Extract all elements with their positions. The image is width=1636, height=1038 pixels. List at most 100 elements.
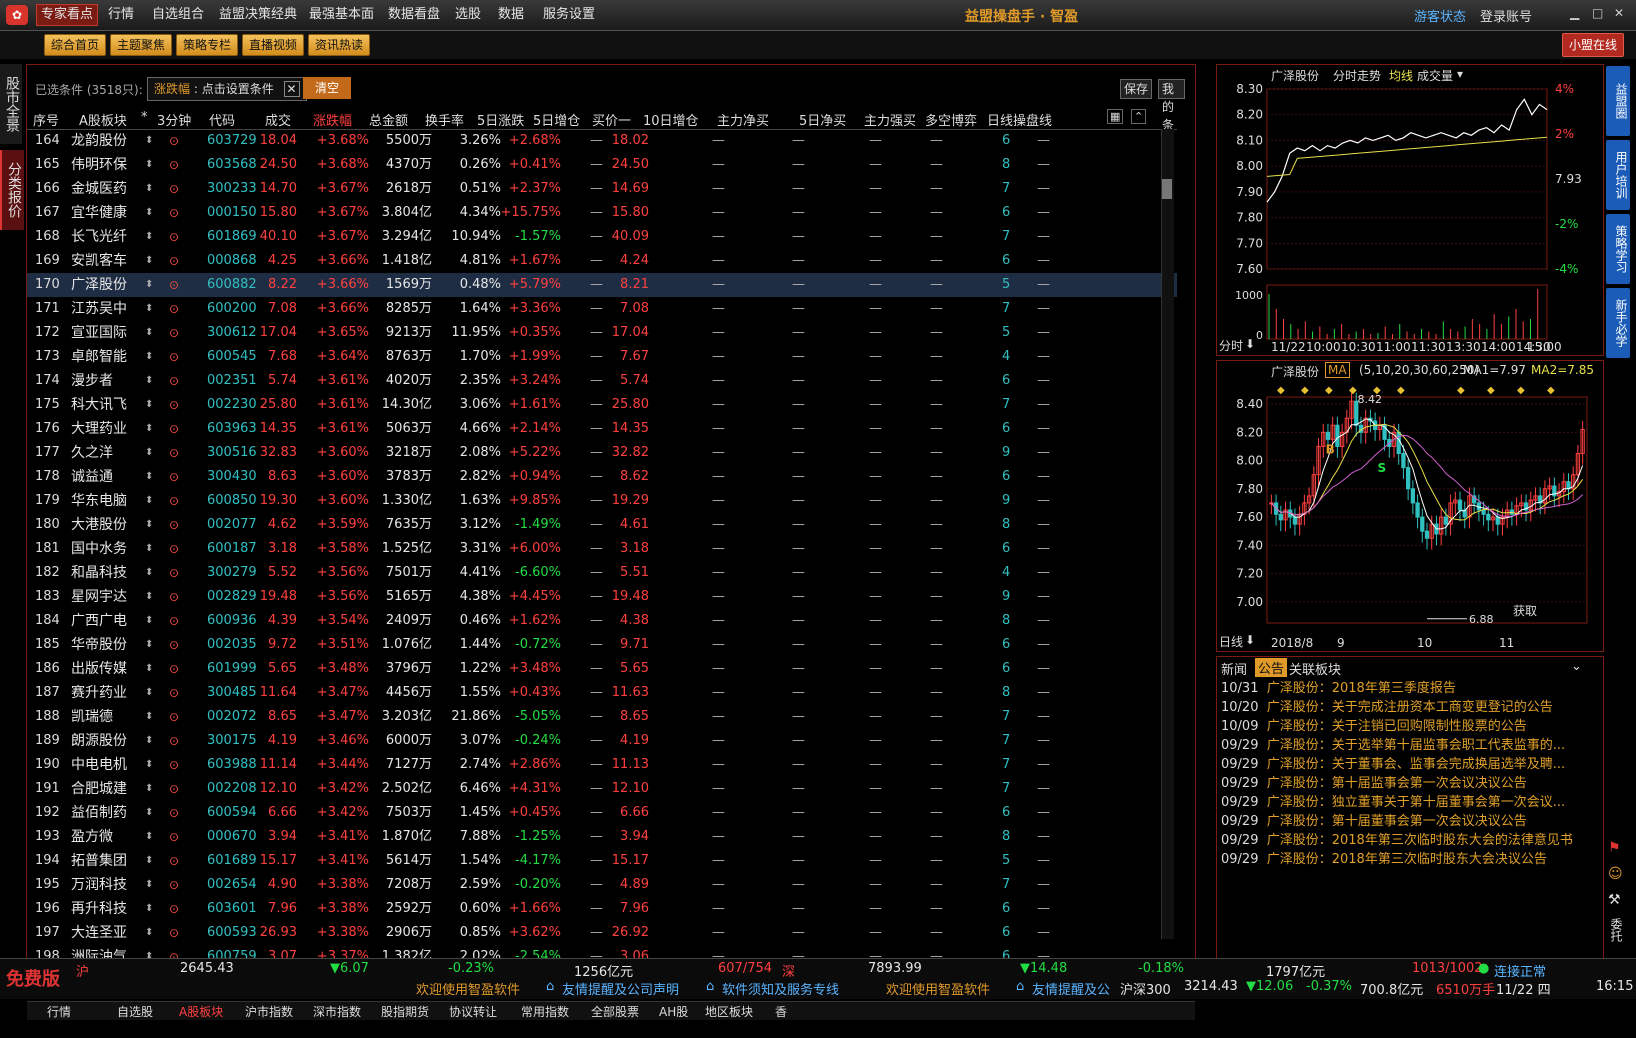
news-title[interactable]: 广泽股份：关于注销已回购限制性股票的公告 bbox=[1267, 719, 1527, 734]
bottom-tab[interactable]: 自选股 bbox=[117, 1003, 153, 1020]
col-header-index[interactable]: 序号 bbox=[33, 110, 59, 129]
menu-item-stock-picker[interactable]: 选股 bbox=[455, 5, 481, 25]
table-row[interactable]: 175 科大讯飞 ⬍ ⊙ 002230 25.80 +3.61% 14.30亿 3.06% +1.… bbox=[27, 393, 1177, 417]
menu-item-service-settings[interactable]: 服务设置 bbox=[543, 5, 595, 25]
table-row[interactable]: 171 江苏吴中 ⬍ ⊙ 600200 7.08 +3.66% 8285万 1.64% +3.36… bbox=[27, 297, 1177, 321]
table-row[interactable]: 172 宣亚国际 ⬍ ⊙ 300612 17.04 +3.65% 9213万 11.95% +0.… bbox=[27, 321, 1177, 345]
tool-icon[interactable]: ⚒ bbox=[1608, 892, 1621, 908]
clear-conditions-button[interactable]: 清空 bbox=[303, 77, 351, 99]
maximize-icon[interactable]: □ bbox=[1592, 6, 1603, 20]
news-item[interactable]: 09/29 广泽股份：第十届董事会第一次会议决议公告 bbox=[1221, 810, 1601, 829]
stock-name[interactable]: 中电电机 bbox=[71, 753, 127, 777]
sort-arrows-icon[interactable]: ⬍ bbox=[145, 417, 153, 441]
stock-name[interactable]: 朗源股份 bbox=[71, 729, 127, 753]
news-tab-news[interactable]: 新闻 bbox=[1221, 659, 1247, 678]
news-tab-announcements[interactable]: 公告 bbox=[1255, 658, 1288, 677]
table-row[interactable]: 182 和晶科技 ⬍ ⊙ 300279 5.52 +3.56% 7501万 4.41% -6.60… bbox=[27, 561, 1177, 585]
sort-arrows-icon[interactable]: ⬍ bbox=[145, 177, 153, 201]
sort-arrows-icon[interactable]: ⬍ bbox=[145, 921, 153, 945]
play-circle-icon[interactable]: ⊙ bbox=[169, 273, 179, 297]
intraday-period[interactable]: 分时 bbox=[1219, 337, 1243, 354]
stock-name[interactable]: 广泽股份 bbox=[71, 273, 127, 297]
stock-name[interactable]: 和晶科技 bbox=[71, 561, 127, 585]
news-item[interactable]: 10/20 广泽股份：关于完成注册资本工商变更登记的公告 bbox=[1221, 696, 1601, 715]
table-row[interactable]: 196 再升科技 ⬍ ⊙ 603601 7.96 +3.38% 2592万 0.60% +1.66… bbox=[27, 897, 1177, 921]
condition-chip[interactable]: 涨跌幅 : 点击设置条件 ✕ bbox=[147, 77, 307, 101]
news-title[interactable]: 广泽股份：2018年第三季度报告 bbox=[1267, 681, 1456, 696]
sort-arrows-icon[interactable]: ⬍ bbox=[145, 633, 153, 657]
bottom-tab[interactable]: 全部股票 bbox=[591, 1003, 639, 1020]
bottom-tab[interactable]: A股板块 bbox=[179, 1003, 223, 1020]
table-row[interactable]: 166 金城医药 ⬍ ⊙ 300233 14.70 +3.67% 2618万 0.51% +2.3… bbox=[27, 177, 1177, 201]
play-circle-icon[interactable]: ⊙ bbox=[169, 345, 179, 369]
play-circle-icon[interactable]: ⊙ bbox=[169, 393, 179, 417]
col-header-code[interactable]: 代码 bbox=[209, 110, 235, 129]
notice-disclaimer-link-2[interactable]: 友情提醒及公 bbox=[1032, 979, 1110, 998]
play-circle-icon[interactable]: ⊙ bbox=[169, 369, 179, 393]
news-item[interactable]: 10/31 广泽股份：2018年第三季度报告 bbox=[1221, 677, 1601, 696]
login-link[interactable]: 登录账号 bbox=[1480, 6, 1532, 25]
col-header-amount[interactable]: 总金额 bbox=[369, 110, 408, 129]
play-circle-icon[interactable]: ⊙ bbox=[169, 729, 179, 753]
news-title[interactable]: 广泽股份：关于董事会、监事会完成换届选举及聘... bbox=[1267, 757, 1565, 772]
sort-arrows-icon[interactable]: ⬍ bbox=[145, 825, 153, 849]
play-circle-icon[interactable]: ⊙ bbox=[169, 153, 179, 177]
left-tab-market-overview[interactable]: 股市全景 bbox=[0, 64, 22, 144]
news-title[interactable]: 广泽股份：第十届监事会第一次会议决议公告 bbox=[1267, 776, 1527, 791]
play-circle-icon[interactable]: ⊙ bbox=[169, 921, 179, 945]
sort-arrows-icon[interactable]: ⬍ bbox=[145, 801, 153, 825]
stock-name[interactable]: 再升科技 bbox=[71, 897, 127, 921]
stock-name[interactable]: 万润科技 bbox=[71, 873, 127, 897]
subnav-news-button[interactable]: 资讯热读 bbox=[308, 34, 371, 56]
bottom-tab[interactable]: 股指期货 bbox=[381, 1003, 429, 1020]
stock-name[interactable]: 漫步者 bbox=[71, 369, 113, 393]
remove-condition-icon[interactable]: ✕ bbox=[283, 81, 300, 97]
sort-arrows-icon[interactable]: ⬍ bbox=[145, 489, 153, 513]
stock-name[interactable]: 华东电脑 bbox=[71, 489, 127, 513]
bottom-tab[interactable]: 协议转让 bbox=[449, 1003, 497, 1020]
col-header-10d-position[interactable]: 10日增仓 bbox=[643, 110, 699, 129]
sort-arrows-icon[interactable]: ⬍ bbox=[145, 873, 153, 897]
guest-status-link[interactable]: 游客状态 bbox=[1414, 6, 1466, 25]
sort-arrows-icon[interactable]: ⬍ bbox=[145, 585, 153, 609]
subnav-home-button[interactable]: 综合首页 bbox=[44, 34, 107, 56]
play-circle-icon[interactable]: ⊙ bbox=[169, 465, 179, 489]
table-row[interactable]: 188 凯瑞德 ⬍ ⊙ 002072 8.65 +3.47% 3.203亿 21.86% -5.0… bbox=[27, 705, 1177, 729]
sort-arrows-icon[interactable]: ⬍ bbox=[145, 465, 153, 489]
play-circle-icon[interactable]: ⊙ bbox=[169, 873, 179, 897]
stock-name[interactable]: 诚益通 bbox=[71, 465, 113, 489]
right-tab-newbie[interactable]: 新手必学 bbox=[1606, 288, 1630, 358]
stock-name[interactable]: 凯瑞德 bbox=[71, 705, 113, 729]
stock-name[interactable]: 长飞光纤 bbox=[71, 225, 127, 249]
play-circle-icon[interactable]: ⊙ bbox=[169, 561, 179, 585]
free-version-badge[interactable]: 免费版 bbox=[6, 965, 60, 991]
subnav-strategy-button[interactable]: 策略专栏 bbox=[176, 34, 239, 56]
table-row[interactable]: 177 久之洋 ⬍ ⊙ 300516 32.83 +3.60% 3218万 2.08% +5.22… bbox=[27, 441, 1177, 465]
play-circle-icon[interactable]: ⊙ bbox=[169, 777, 179, 801]
play-circle-icon[interactable]: ⊙ bbox=[169, 825, 179, 849]
my-conditions-button[interactable]: 我的条件 bbox=[1158, 79, 1185, 150]
subnav-live-button[interactable]: 直播视频 bbox=[242, 34, 305, 56]
col-header-pct-change[interactable]: 涨跌幅 bbox=[313, 110, 352, 129]
stock-name[interactable]: 合肥城建 bbox=[71, 777, 127, 801]
bottom-tab[interactable]: AH股 bbox=[659, 1003, 688, 1020]
sort-arrows-icon[interactable]: ⬍ bbox=[145, 369, 153, 393]
stock-name[interactable]: 华帝股份 bbox=[71, 633, 127, 657]
stock-name[interactable]: 广西广电 bbox=[71, 609, 127, 633]
table-row[interactable]: 179 华东电脑 ⬍ ⊙ 600850 19.30 +3.60% 1.330亿 1.63% +9.… bbox=[27, 489, 1177, 513]
table-row[interactable]: 180 大港股份 ⬍ ⊙ 002077 4.62 +3.59% 7635万 3.12% -1.49… bbox=[27, 513, 1177, 537]
play-circle-icon[interactable]: ⊙ bbox=[169, 609, 179, 633]
sort-arrows-icon[interactable]: ⬍ bbox=[145, 153, 153, 177]
table-row[interactable]: 174 漫步者 ⬍ ⊙ 002351 5.74 +3.61% 4020万 2.35% +3.24%… bbox=[27, 369, 1177, 393]
table-row[interactable]: 185 华帝股份 ⬍ ⊙ 002035 9.72 +3.51% 1.076亿 1.44% -0.7… bbox=[27, 633, 1177, 657]
play-circle-icon[interactable]: ⊙ bbox=[169, 321, 179, 345]
right-tab-strategy[interactable]: 策略学习 bbox=[1606, 214, 1630, 284]
play-circle-icon[interactable]: ⊙ bbox=[169, 681, 179, 705]
close-icon[interactable]: ✕ bbox=[1614, 6, 1624, 20]
stock-name[interactable]: 宜华健康 bbox=[71, 201, 127, 225]
col-header-star[interactable]: * bbox=[141, 110, 148, 125]
table-row[interactable]: 190 中电电机 ⬍ ⊙ 603988 11.14 +3.44% 7127万 2.74% +2.8… bbox=[27, 753, 1177, 777]
stock-name[interactable]: 拓普集团 bbox=[71, 849, 127, 873]
table-scrollbar[interactable] bbox=[1161, 129, 1174, 939]
save-condition-button[interactable]: 保存 bbox=[1120, 79, 1153, 99]
